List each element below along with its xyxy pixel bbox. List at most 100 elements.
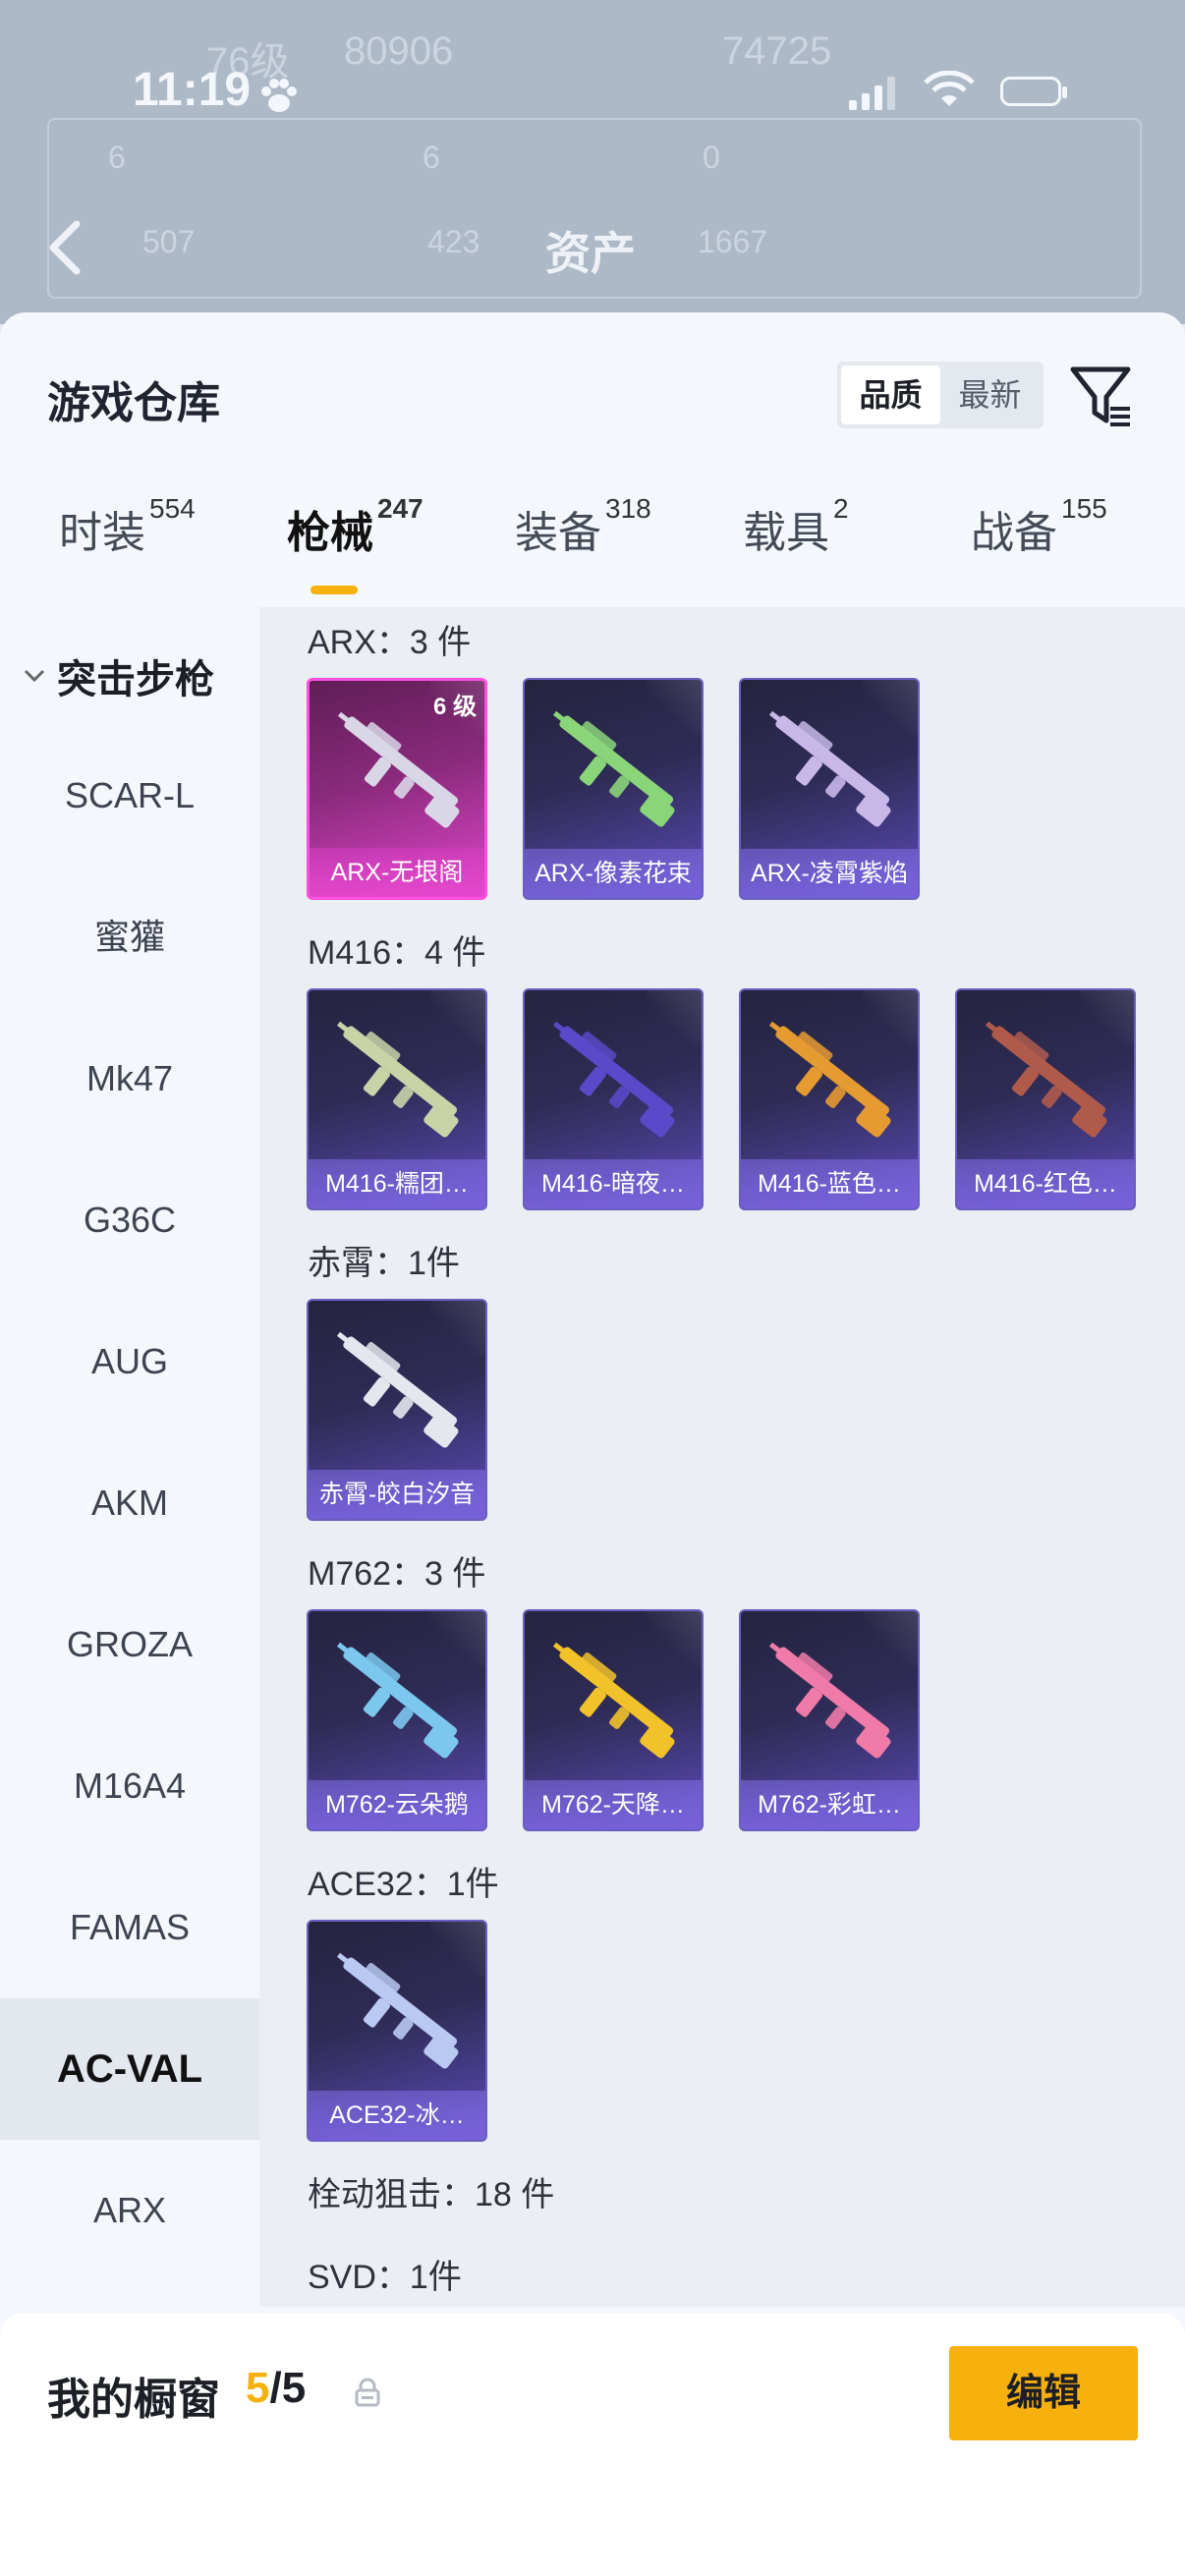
bg-stat-3: 0 xyxy=(703,140,720,175)
battery-icon xyxy=(1000,77,1067,106)
skin-grid: ARX：3 件 6 级 ARX-无垠阁 ARX-像素花束 ARX-凌霄紫焰 M416：4 … xyxy=(259,607,1185,2307)
bg-stat-6: 1667 xyxy=(698,224,768,259)
gun-icon xyxy=(336,1952,459,2069)
paw-icon xyxy=(261,79,297,112)
skin-card[interactable]: M762-云朵鹅 xyxy=(307,1609,487,1831)
bg-stat-1: 6 xyxy=(108,140,126,175)
bg-score-text: 80906 xyxy=(344,29,454,73)
gun-icon xyxy=(768,1642,891,1759)
skin-card[interactable]: ARX-像素花束 xyxy=(523,678,704,900)
sort-toggle: 品质 最新 xyxy=(837,362,1044,428)
tab-count: 247 xyxy=(377,493,423,524)
sort-newest-button[interactable]: 最新 xyxy=(940,365,1040,424)
skin-card[interactable]: M416-暗夜… xyxy=(523,988,704,1210)
bg-score2-text: 74725 xyxy=(722,29,832,73)
gun-icon xyxy=(768,1021,891,1138)
sheet-title: 游戏仓库 xyxy=(47,379,220,427)
group-title: ACE32：1件 xyxy=(308,1866,499,1903)
sidebar-item[interactable]: 蜜獾 xyxy=(0,867,259,1008)
skin-card[interactable]: 6 级 ARX-无垠阁 xyxy=(307,678,487,900)
sidebar-item[interactable]: ARX xyxy=(0,2140,259,2281)
active-tab-indicator xyxy=(310,586,358,594)
sidebar-item[interactable]: SCAR-L xyxy=(0,725,259,867)
skin-card[interactable]: ACE32-冰… xyxy=(307,1920,487,2142)
tab-equipment[interactable]: 装备318 xyxy=(515,493,651,560)
tab-count: 318 xyxy=(605,493,651,524)
showcase-bar: 我的橱窗 5/5 编辑 xyxy=(0,2313,1185,2576)
bg-stat-5: 423 xyxy=(427,224,480,259)
gun-icon xyxy=(985,1021,1107,1138)
group-title: SVD：1件 xyxy=(308,2259,462,2296)
skin-name: M762-云朵鹅 xyxy=(309,1780,485,1829)
skin-level-badge: 6 级 xyxy=(432,694,477,720)
gun-icon xyxy=(552,1642,675,1759)
tab-supplies[interactable]: 战备155 xyxy=(971,493,1107,560)
skin-name: 赤霄-皎白汐音 xyxy=(309,1470,485,1519)
skin-card[interactable]: 赤霄-皎白汐音 xyxy=(307,1299,487,1521)
tab-label: 时装 xyxy=(59,509,145,557)
sidebar-item[interactable]: FAMAS xyxy=(0,1857,259,1998)
back-arrow-icon[interactable] xyxy=(45,218,85,277)
sidebar-item[interactable]: AUG xyxy=(0,1291,259,1432)
gun-icon xyxy=(552,1021,675,1138)
skin-card[interactable]: M762-彩虹… xyxy=(739,1609,920,1831)
skin-card[interactable]: M416-糯团… xyxy=(307,988,487,1210)
background-page: 76级 80906 74725 11:19 6 6 0 507 423 1667… xyxy=(0,0,1185,324)
sidebar-item[interactable]: AC-VAL xyxy=(0,1998,259,2140)
bg-stat-4: 507 xyxy=(142,224,196,259)
lock-icon xyxy=(355,2378,380,2407)
bg-stat-2: 6 xyxy=(423,140,440,175)
sidebar-item[interactable]: G36C xyxy=(0,1149,259,1291)
category-label: 突击步枪 xyxy=(57,658,214,701)
tab-label: 载具 xyxy=(743,509,829,557)
category-header[interactable]: 突击步枪 xyxy=(0,637,259,715)
skin-card[interactable]: ARX-凌霄紫焰 xyxy=(739,678,920,900)
sidebar-item[interactable]: M16A4 xyxy=(0,1715,259,1857)
status-time: 11:19 xyxy=(133,64,252,116)
showcase-total: /5 xyxy=(269,2364,307,2412)
group-title: ARX：3 件 xyxy=(308,624,472,661)
skin-name: ARX-无垠阁 xyxy=(310,848,484,897)
skin-name: M416-暗夜… xyxy=(525,1159,702,1208)
sidebar-item[interactable]: GROZA xyxy=(0,1574,259,1715)
showcase-title: 我的橱窗 xyxy=(47,2376,220,2424)
tab-fashion[interactable]: 时装554 xyxy=(59,493,196,560)
skin-name: M416-蓝色… xyxy=(741,1159,918,1208)
group-title: M762：3 件 xyxy=(308,1555,486,1593)
tab-label: 枪械 xyxy=(287,509,373,557)
skin-name: ARX-凌霄紫焰 xyxy=(741,849,918,898)
signal-icon xyxy=(849,77,895,110)
sidebar-item[interactable]: Mk47 xyxy=(0,1008,259,1149)
chevron-down-icon xyxy=(24,669,45,683)
filter-icon[interactable] xyxy=(1067,362,1136,430)
warehouse-sheet: 游戏仓库 品质 最新 时装554 枪械247 装备318 载具2 战备155 突… xyxy=(0,312,1185,2576)
skin-name: ARX-像素花束 xyxy=(525,849,702,898)
skin-name: ACE32-冰… xyxy=(309,2091,485,2140)
gun-icon xyxy=(552,710,675,827)
tab-count: 554 xyxy=(149,493,196,524)
skin-card[interactable]: M416-红色… xyxy=(955,988,1136,1210)
sidebar-item[interactable]: AKM xyxy=(0,1432,259,1574)
gun-icon xyxy=(768,710,891,827)
gun-icon xyxy=(336,1642,459,1759)
tab-count: 2 xyxy=(833,493,849,524)
gun-icon xyxy=(336,1331,459,1448)
weapon-type-sidebar: 突击步枪 SCAR-L 蜜獾 Mk47 G36C AUG AKM GROZA M16A4 FAM… xyxy=(0,607,259,2307)
tab-label: 战备 xyxy=(971,509,1057,557)
gun-icon xyxy=(336,1021,459,1138)
tab-guns[interactable]: 枪械247 xyxy=(287,493,423,560)
skin-card[interactable]: M416-蓝色… xyxy=(739,988,920,1210)
tab-label: 装备 xyxy=(515,509,601,557)
bg-page-title: 资产 xyxy=(545,228,636,279)
edit-button[interactable]: 编辑 xyxy=(949,2346,1138,2440)
skin-name: M416-糯团… xyxy=(309,1159,485,1208)
skin-card[interactable]: M762-天降… xyxy=(523,1609,704,1831)
group-title: M416：4 件 xyxy=(308,934,486,972)
skin-name: M416-红色… xyxy=(957,1159,1134,1208)
sort-quality-button[interactable]: 品质 xyxy=(841,365,940,424)
tab-vehicles[interactable]: 载具2 xyxy=(743,493,849,560)
showcase-count: 5/5 xyxy=(246,2364,306,2413)
tab-count: 155 xyxy=(1061,493,1107,524)
skin-name: M762-天降… xyxy=(525,1780,702,1829)
wifi-icon xyxy=(924,71,975,106)
